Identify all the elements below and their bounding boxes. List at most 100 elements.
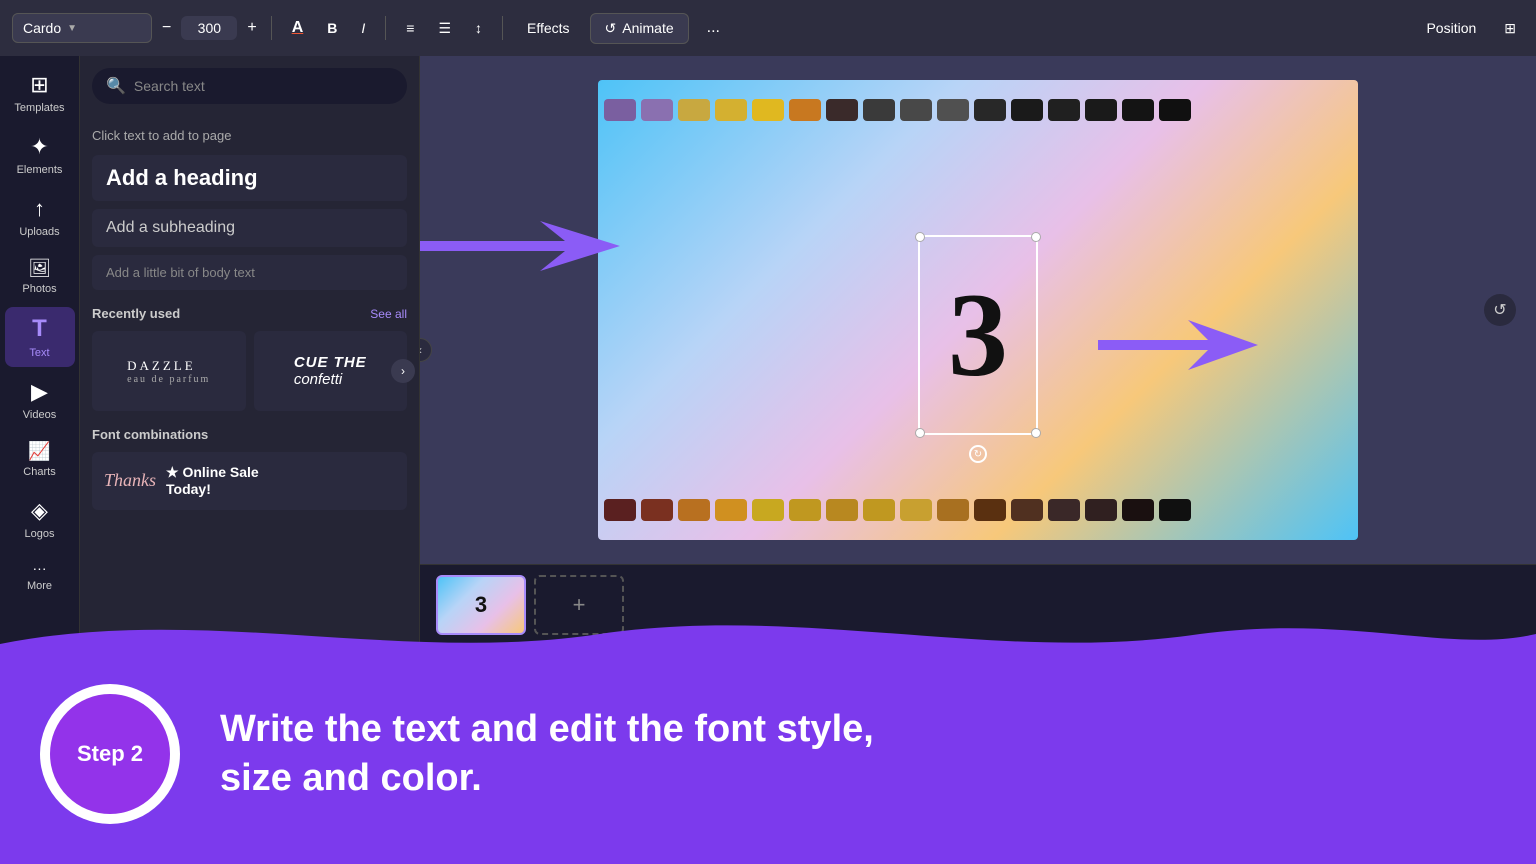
canvas-annotation-arrow xyxy=(1098,315,1258,380)
sidebar-label-logos: Logos xyxy=(25,528,55,540)
videos-icon: ▶ xyxy=(31,379,48,405)
text-color-button[interactable]: A xyxy=(284,13,312,43)
font-combinations-list: Thanks ★ Online Sale Today! xyxy=(92,452,407,510)
handle-top-left[interactable] xyxy=(915,232,925,242)
scroll-right-button[interactable]: › xyxy=(391,359,415,383)
sidebar-label-text: Text xyxy=(29,347,49,359)
sidebar-label-uploads: Uploads xyxy=(19,226,59,238)
sidebar-label-elements: Elements xyxy=(17,164,63,176)
font-comb-bold-line1: ★ Online Sale xyxy=(166,464,259,481)
font-size-input[interactable] xyxy=(189,20,229,36)
line-height-button[interactable]: ↕ xyxy=(467,14,490,42)
line-height-icon: ↕ xyxy=(475,20,482,36)
photos-icon: 🖼 xyxy=(28,258,51,279)
logos-icon: ◈ xyxy=(31,498,48,524)
sidebar-item-templates[interactable]: ⊞ Templates xyxy=(5,64,75,122)
bottom-instruction-line1: Write the text and edit the font style, xyxy=(220,705,874,754)
step-label: Step 2 xyxy=(50,694,170,814)
text-align-button[interactable]: ≡ xyxy=(398,14,422,42)
list-icon: ☰ xyxy=(438,20,451,37)
search-icon: 🔍 xyxy=(106,76,126,96)
add-subheading-button[interactable]: Add a subheading xyxy=(92,209,407,247)
search-bar: 🔍 xyxy=(80,56,419,116)
font-combination-item-1[interactable]: Thanks ★ Online Sale Today! xyxy=(92,452,407,510)
recently-used-section-header: Recently used See all xyxy=(92,306,407,321)
text-icon: T xyxy=(32,315,47,343)
font-preview-confetti[interactable]: CUE THE confetti xyxy=(254,331,408,411)
filmstrip-top xyxy=(598,80,1358,140)
more-options-button[interactable]: ... xyxy=(697,13,730,43)
handle-top-right[interactable] xyxy=(1031,232,1041,242)
font-comb-bold-line2: Today! xyxy=(166,481,259,498)
elements-icon: ✦ xyxy=(30,134,48,160)
recently-used-title: Recently used xyxy=(92,306,180,321)
number-text-element[interactable]: 3 ↻ xyxy=(918,235,1038,435)
bottom-instruction-line2: size and color. xyxy=(220,754,874,803)
align-icon: ≡ xyxy=(406,20,414,36)
panel-content: Click text to add to page Add a heading … xyxy=(80,116,419,644)
number-display: 3 xyxy=(948,275,1008,395)
see-all-link[interactable]: See all xyxy=(370,307,407,321)
animate-label: Animate xyxy=(622,20,673,36)
templates-icon: ⊞ xyxy=(30,72,48,98)
bold-button[interactable]: B xyxy=(319,14,345,42)
font-combinations-section-header: Font combinations xyxy=(92,427,407,442)
sidebar-item-more[interactable]: ··· More xyxy=(5,552,75,600)
more-icon: ··· xyxy=(33,560,47,576)
sidebar-item-charts[interactable]: 📈 Charts xyxy=(5,433,75,486)
italic-icon: I xyxy=(361,20,365,36)
canvas-wrap: 3 ↻ ↺ xyxy=(420,56,1536,564)
font-preview-dazzle-text: DAZZLE eau de parfum xyxy=(127,358,210,385)
canvas[interactable]: 3 ↻ xyxy=(598,80,1358,540)
animate-button[interactable]: ↺ Animate xyxy=(590,13,689,44)
animate-icon: ↺ xyxy=(605,20,617,37)
font-comb-star: ★ xyxy=(166,464,179,480)
handle-bottom-right[interactable] xyxy=(1031,428,1041,438)
sidebar-item-photos[interactable]: 🖼 Photos xyxy=(5,250,75,303)
font-combinations-title: Font combinations xyxy=(92,427,208,442)
grid-button[interactable]: ⊞ xyxy=(1496,14,1524,43)
search-input[interactable] xyxy=(134,78,393,94)
click-hint: Click text to add to page xyxy=(92,128,407,143)
position-button[interactable]: Position xyxy=(1418,14,1484,42)
left-panel: 🔍 Click text to add to page Add a headin… xyxy=(80,56,420,644)
add-heading-button[interactable]: Add a heading xyxy=(92,155,407,201)
font-comb-script-text: Thanks xyxy=(104,470,156,491)
filmstrip-bottom xyxy=(598,480,1358,540)
wave-decoration xyxy=(0,604,1536,664)
bottom-instruction-text: Write the text and edit the font style, … xyxy=(220,705,874,804)
sidebar-item-text[interactable]: T Text xyxy=(5,307,75,367)
sidebar-item-logos[interactable]: ◈ Logos xyxy=(5,490,75,548)
sidebar-label-charts: Charts xyxy=(23,466,55,478)
sidebar-label-videos: Videos xyxy=(23,409,56,421)
recently-used-grid: DAZZLE eau de parfum CUE THE confetti › xyxy=(92,331,407,411)
italic-button[interactable]: I xyxy=(353,14,373,42)
sidebar-item-elements[interactable]: ✦ Elements xyxy=(5,126,75,184)
canvas-sync-button[interactable]: ↺ xyxy=(1484,294,1516,326)
bold-icon: B xyxy=(327,20,337,36)
rotate-handle[interactable]: ↻ xyxy=(969,445,987,463)
font-family-select[interactable]: Cardo ▼ xyxy=(12,13,152,43)
list-button[interactable]: ☰ xyxy=(430,14,459,43)
search-input-wrap: 🔍 xyxy=(92,68,407,104)
sidebar-item-uploads[interactable]: ↑ Uploads xyxy=(5,188,75,246)
add-body-button[interactable]: Add a little bit of body text xyxy=(92,255,407,290)
sidebar-label-more: More xyxy=(27,580,52,592)
sidebar: ⊞ Templates ✦ Elements ↑ Uploads 🖼 Photo… xyxy=(0,56,80,644)
canvas-area: ‹ xyxy=(420,56,1536,644)
sidebar-label-templates: Templates xyxy=(14,102,64,114)
font-comb-bold-text: ★ Online Sale Today! xyxy=(166,464,259,498)
sidebar-label-photos: Photos xyxy=(22,283,56,295)
effects-button[interactable]: Effects xyxy=(515,14,582,42)
toolbar-divider-3 xyxy=(502,16,503,40)
handle-bottom-left[interactable] xyxy=(915,428,925,438)
font-preview-dazzle[interactable]: DAZZLE eau de parfum xyxy=(92,331,246,411)
font-size-increase-button[interactable]: + xyxy=(245,19,258,37)
charts-icon: 📈 xyxy=(28,441,50,462)
top-toolbar: Cardo ▼ − + A B I ≡ ☰ ↕ Effects ↺ Animat… xyxy=(0,0,1536,56)
uploads-icon: ↑ xyxy=(34,196,45,222)
font-color-icon: A xyxy=(292,19,304,37)
step-circle: Step 2 xyxy=(40,684,180,824)
sidebar-item-videos[interactable]: ▶ Videos xyxy=(5,371,75,429)
font-size-decrease-button[interactable]: − xyxy=(160,19,173,37)
